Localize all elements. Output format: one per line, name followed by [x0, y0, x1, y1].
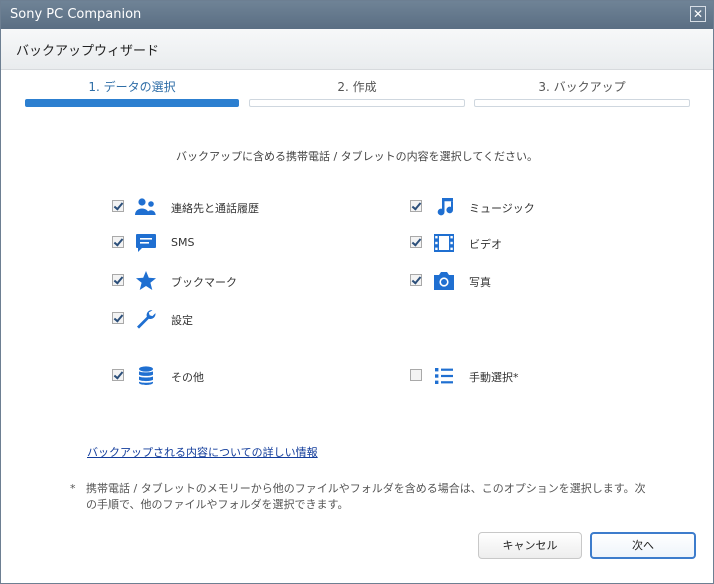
- step-3-progress: [474, 99, 690, 107]
- music-checkbox[interactable]: [410, 200, 422, 212]
- contacts-label: 連絡先と通話履歴: [171, 202, 259, 215]
- video-label: ビデオ: [469, 238, 502, 251]
- next-button[interactable]: 次へ: [590, 532, 696, 559]
- bookmarks-label: ブックマーク: [171, 276, 237, 289]
- option-sms[interactable]: SMS: [112, 233, 312, 253]
- settings-checkbox[interactable]: [112, 312, 124, 324]
- option-music[interactable]: ミュージック: [410, 197, 610, 217]
- message-icon: [134, 233, 158, 253]
- window-title: Sony PC Companion: [10, 7, 142, 22]
- database-icon: [134, 366, 158, 386]
- wizard-header: バックアップウィザード: [1, 29, 713, 70]
- option-contacts[interactable]: 連絡先と通話履歴: [112, 197, 312, 217]
- contacts-checkbox[interactable]: [112, 200, 124, 212]
- music-label: ミュージック: [469, 202, 535, 215]
- option-bookmarks[interactable]: ブックマーク: [112, 271, 312, 291]
- option-other[interactable]: その他: [112, 366, 312, 386]
- camera-icon: [432, 271, 456, 291]
- other-checkbox[interactable]: [112, 369, 124, 381]
- step-1-label: 1. データの選択: [88, 80, 176, 94]
- star-icon: [134, 271, 158, 291]
- option-video[interactable]: ビデオ: [410, 233, 610, 253]
- wizard-title: バックアップウィザード: [16, 44, 160, 59]
- music-note-icon: [432, 197, 456, 217]
- option-photos[interactable]: 写真: [410, 271, 610, 291]
- title-bar[interactable]: Sony PC Companion ✕: [1, 1, 713, 29]
- list-icon: [432, 366, 456, 386]
- video-checkbox[interactable]: [410, 236, 422, 248]
- sms-label: SMS: [171, 236, 195, 249]
- sms-checkbox[interactable]: [112, 236, 124, 248]
- manual-label: 手動選択*: [469, 371, 519, 384]
- option-manual[interactable]: 手動選択*: [410, 366, 610, 386]
- photos-checkbox[interactable]: [410, 274, 422, 286]
- wrench-icon: [134, 309, 158, 329]
- film-icon: [432, 233, 456, 253]
- step-2-label: 2. 作成: [337, 80, 377, 94]
- cancel-button[interactable]: キャンセル: [478, 532, 582, 559]
- manual-checkbox[interactable]: [410, 369, 422, 381]
- other-label: その他: [171, 371, 204, 384]
- wizard-window: Sony PC Companion ✕ バックアップウィザード 1. データの選…: [0, 0, 714, 584]
- footnote-marker: *: [70, 482, 76, 495]
- footnote-text: 携帯電話 / タブレットのメモリーから他のファイルやフォルダを含める場合は、この…: [86, 482, 646, 511]
- intro-text: バックアップに含める携帯電話 / タブレットの内容を選択してください。: [175, 150, 539, 163]
- option-settings[interactable]: 設定: [112, 309, 312, 329]
- bookmarks-checkbox[interactable]: [112, 274, 124, 286]
- step-1-progress: [25, 99, 239, 107]
- settings-label: 設定: [171, 314, 193, 327]
- step-3-label: 3. バックアップ: [538, 80, 626, 94]
- close-icon[interactable]: ✕: [690, 6, 706, 22]
- contacts-icon: [134, 197, 158, 217]
- details-link[interactable]: バックアップされる内容についての詳しい情報: [87, 444, 318, 460]
- photos-label: 写真: [469, 276, 491, 289]
- step-2-progress: [249, 99, 465, 107]
